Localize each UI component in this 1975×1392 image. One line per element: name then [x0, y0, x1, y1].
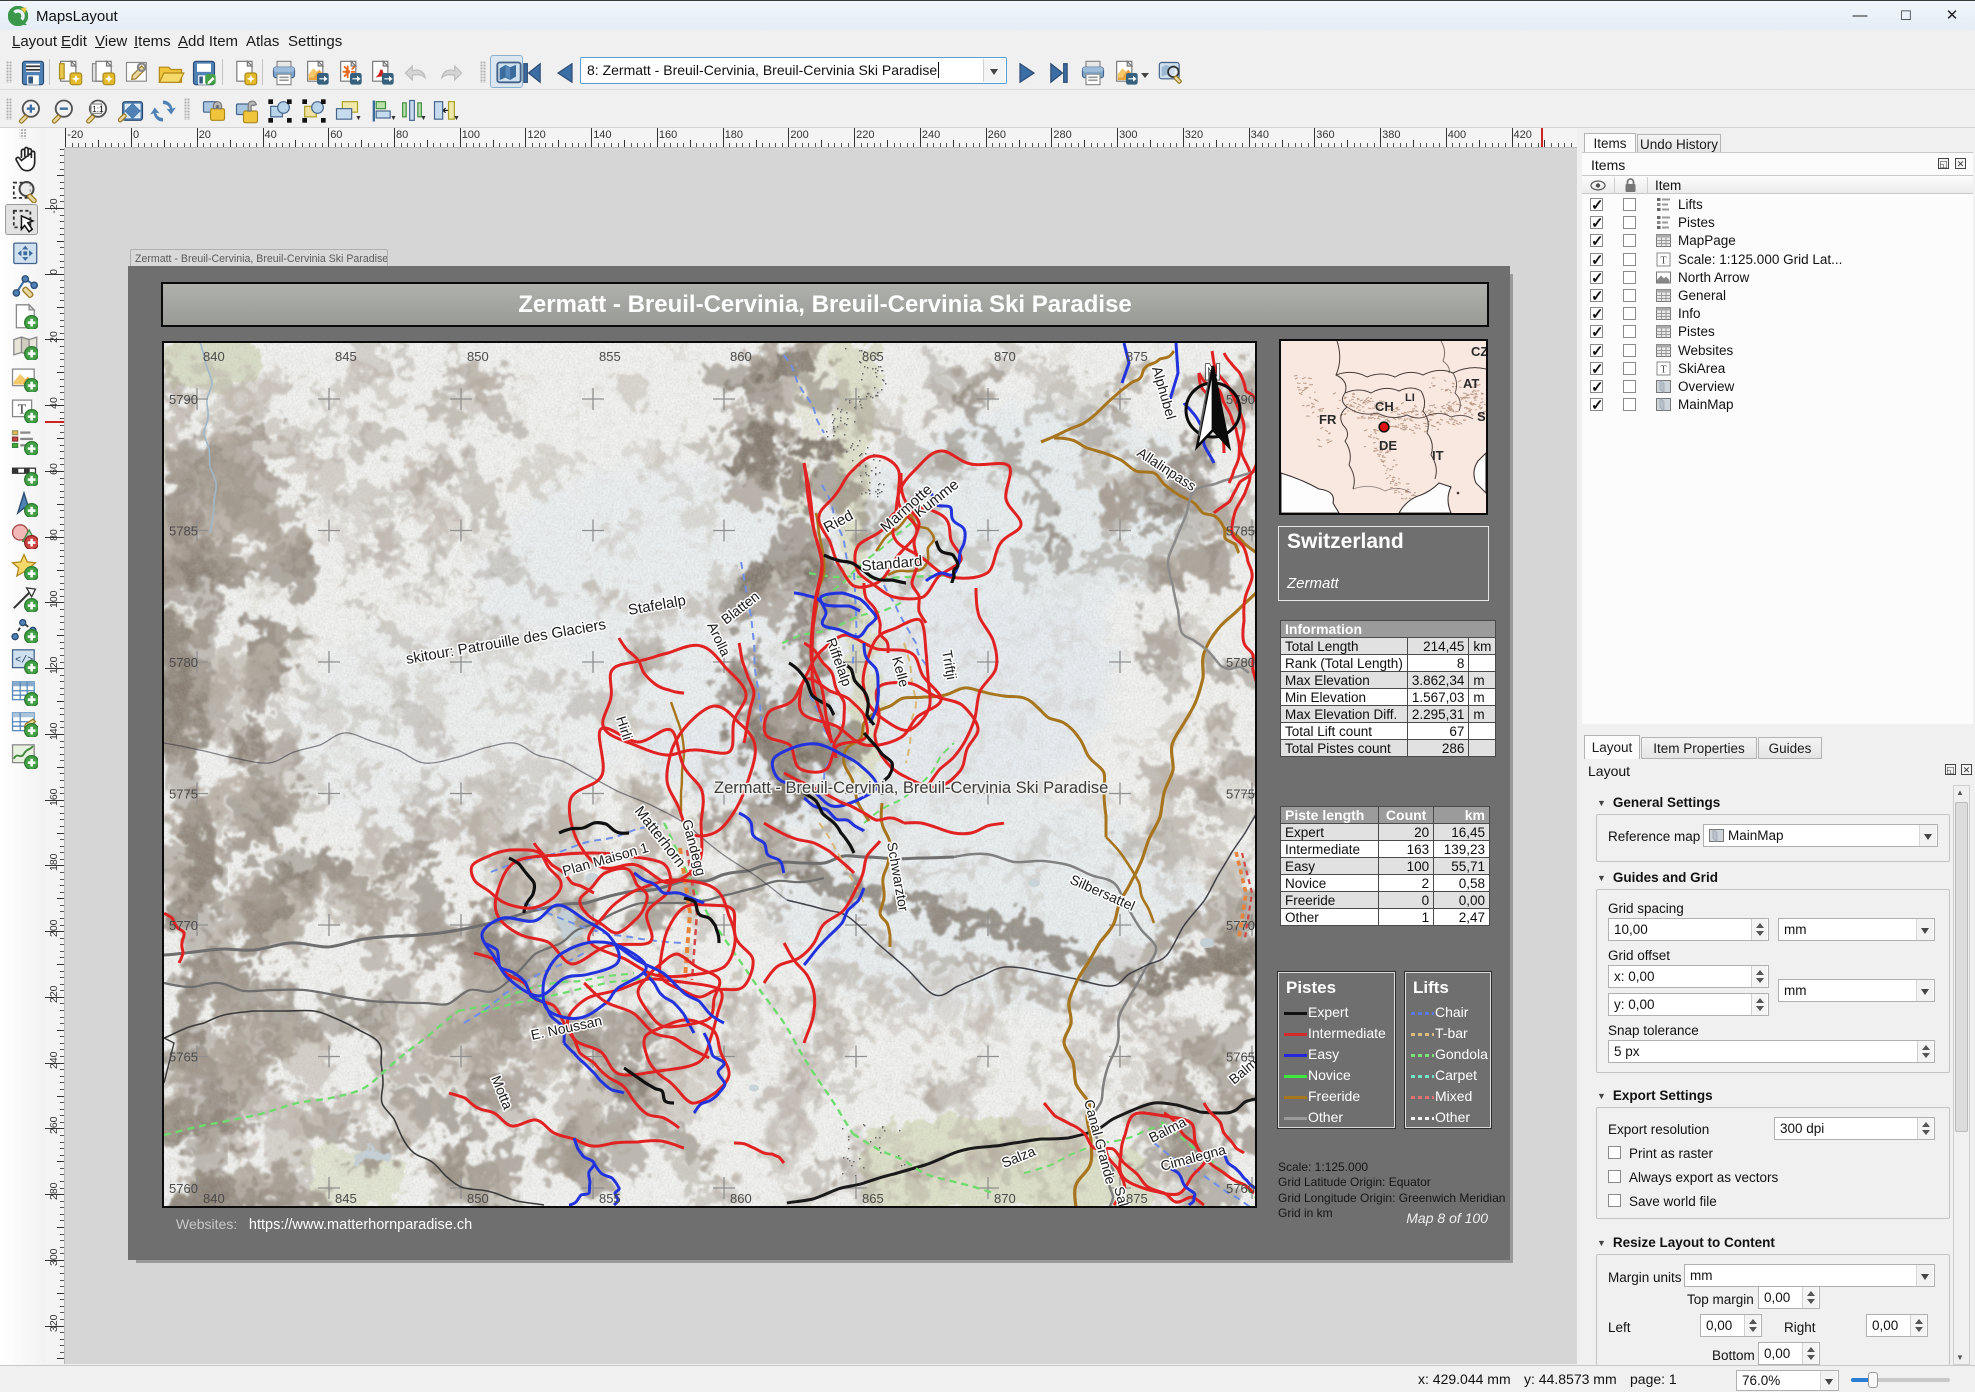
svg-text:850: 850 — [467, 1191, 489, 1206]
svg-text:T: T — [1661, 255, 1667, 266]
svg-text:SI: SI — [1477, 409, 1486, 424]
svg-text:5765: 5765 — [169, 1050, 198, 1065]
svg-text:IT: IT — [1432, 448, 1444, 463]
svg-text:5790: 5790 — [169, 392, 198, 407]
svg-text:845: 845 — [335, 349, 357, 364]
svg-text:860: 860 — [730, 349, 752, 364]
svg-text:LI: LI — [1405, 392, 1415, 404]
svg-text:5775: 5775 — [1226, 787, 1255, 802]
svg-text:845: 845 — [335, 1191, 357, 1206]
svg-text:865: 865 — [862, 349, 884, 364]
svg-text:1:1: 1:1 — [92, 105, 104, 114]
svg-text:875: 875 — [1126, 1191, 1148, 1206]
svg-text:DE: DE — [1379, 438, 1397, 453]
svg-text:5775: 5775 — [169, 787, 198, 802]
svg-text:860: 860 — [730, 1191, 752, 1206]
svg-text:T: T — [1661, 364, 1667, 375]
svg-text:Zermatt - Breuil-Cervinia, Bre: Zermatt - Breuil-Cervinia, Breuil-Cervin… — [714, 779, 1108, 797]
svg-text:5765: 5765 — [1226, 1050, 1255, 1065]
svg-text:855: 855 — [599, 349, 621, 364]
svg-text:865: 865 — [862, 1191, 884, 1206]
svg-text:870: 870 — [994, 1191, 1016, 1206]
svg-text:5780: 5780 — [1226, 655, 1255, 670]
svg-text:5780: 5780 — [169, 655, 198, 670]
svg-text:CH: CH — [1375, 399, 1394, 414]
svg-text:CZ: CZ — [1471, 344, 1486, 359]
svg-text:855: 855 — [599, 1191, 621, 1206]
svg-text:840: 840 — [203, 349, 225, 364]
svg-text:5760: 5760 — [169, 1181, 198, 1196]
svg-text:5785: 5785 — [169, 524, 198, 539]
svg-text:5785: 5785 — [1226, 524, 1255, 539]
svg-text:5770: 5770 — [1226, 918, 1255, 933]
svg-text:875: 875 — [1126, 349, 1148, 364]
svg-text:870: 870 — [994, 349, 1016, 364]
svg-text:5770: 5770 — [169, 918, 198, 933]
svg-text:AT: AT — [1463, 376, 1479, 391]
svg-text:850: 850 — [467, 349, 489, 364]
svg-text:840: 840 — [203, 1191, 225, 1206]
svg-text:FR: FR — [1319, 412, 1337, 427]
svg-text:5760: 5760 — [1226, 1181, 1255, 1196]
